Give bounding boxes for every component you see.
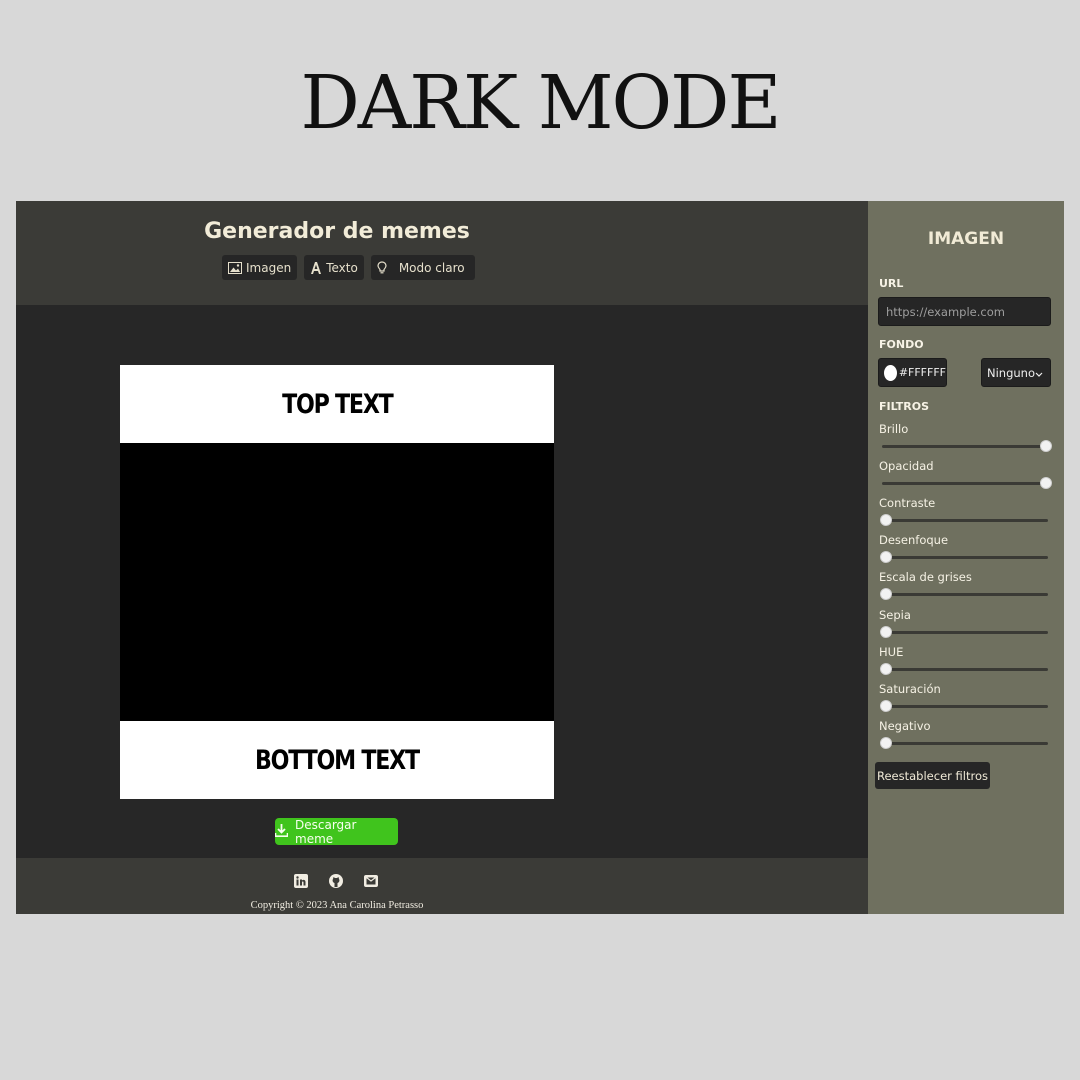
download-meme-button[interactable]: Descargar meme bbox=[274, 817, 398, 846]
banner-title: DARK MODE bbox=[300, 60, 781, 146]
slider-thumb[interactable] bbox=[1040, 477, 1052, 490]
filter-label: Desenfoque bbox=[879, 533, 949, 548]
url-label: URL bbox=[879, 277, 904, 290]
filter-label: Brillo bbox=[879, 422, 909, 436]
nav-bar: Imagen Texto Modo claro bbox=[222, 255, 475, 280]
slider-track bbox=[882, 667, 1048, 671]
copyright-text: Copyright © 2023 Ana Carolina Petrasso bbox=[250, 900, 424, 911]
meme-workspace: TOP TEXT BOTTOM TEXT Descargar meme bbox=[16, 305, 868, 858]
reset-filters-button[interactable]: Reestablecer filtros bbox=[875, 762, 990, 789]
slider-thumb[interactable] bbox=[880, 699, 892, 712]
download-icon bbox=[274, 823, 289, 840]
header: Generador de memes Imagen Texto Modo cla… bbox=[16, 201, 868, 305]
blend-mode-value: Ninguno bbox=[987, 365, 1035, 380]
background-label: FONDO bbox=[879, 338, 924, 351]
filter-slider[interactable] bbox=[880, 477, 1052, 490]
slider-track bbox=[882, 519, 1048, 523]
slider-track bbox=[882, 556, 1048, 560]
slider-track bbox=[882, 593, 1048, 597]
slider-track bbox=[882, 445, 1048, 448]
blend-mode-select[interactable]: Ninguno bbox=[981, 358, 1051, 387]
filter-label: Negativo bbox=[879, 718, 931, 733]
mail-icon[interactable] bbox=[364, 873, 378, 887]
color-swatch bbox=[884, 364, 897, 381]
panel-title: IMAGEN bbox=[927, 229, 1005, 249]
nav-text-label: Texto bbox=[326, 260, 358, 275]
slider-track bbox=[882, 630, 1048, 634]
filter-slider[interactable] bbox=[880, 625, 1048, 638]
nav-image-button[interactable]: Imagen bbox=[222, 255, 298, 280]
github-icon[interactable] bbox=[329, 873, 343, 888]
nav-image-label: Imagen bbox=[246, 260, 292, 275]
nav-light-mode-button[interactable]: Modo claro bbox=[370, 255, 475, 280]
filter-label: Sepia bbox=[879, 607, 911, 622]
filter-label: Saturación bbox=[879, 681, 941, 696]
filter-slider[interactable] bbox=[880, 662, 1048, 675]
slider-thumb[interactable] bbox=[880, 551, 892, 564]
meme-bottom-text-box: BOTTOM TEXT bbox=[120, 721, 554, 799]
filter-slider[interactable] bbox=[880, 588, 1048, 601]
text-icon bbox=[310, 261, 322, 274]
filter-slider[interactable] bbox=[880, 699, 1048, 712]
image-settings-panel: IMAGEN URL FONDO #FFFFFF Ninguno FILTROS… bbox=[868, 201, 1064, 914]
image-icon bbox=[228, 261, 242, 274]
nav-light-mode-label: Modo claro bbox=[398, 260, 465, 275]
meme-bottom-text: BOTTOM TEXT bbox=[255, 744, 420, 776]
filter-label: Escala de grises bbox=[879, 570, 972, 585]
url-input[interactable] bbox=[878, 297, 1051, 326]
app-title: Generador de memes bbox=[204, 219, 470, 244]
filter-label: Opacidad bbox=[879, 459, 934, 474]
meme-canvas: TOP TEXT BOTTOM TEXT bbox=[120, 365, 554, 799]
filter-slider[interactable] bbox=[880, 736, 1048, 749]
slider-thumb[interactable] bbox=[1040, 440, 1052, 452]
slider-thumb[interactable] bbox=[880, 588, 892, 601]
background-color-value: #FFFFFF bbox=[898, 366, 946, 379]
slider-thumb[interactable] bbox=[880, 514, 892, 527]
background-color-picker[interactable]: #FFFFFF bbox=[878, 358, 947, 387]
chevron-down-icon bbox=[1035, 366, 1043, 380]
filter-label: Contraste bbox=[879, 496, 936, 511]
filter-slider[interactable] bbox=[880, 551, 1048, 564]
slider-thumb[interactable] bbox=[880, 662, 892, 675]
linkedin-icon[interactable] bbox=[294, 873, 308, 888]
filter-label: HUE bbox=[879, 644, 904, 659]
slider-thumb[interactable] bbox=[880, 736, 892, 749]
filter-slider[interactable] bbox=[880, 440, 1052, 452]
meme-top-text-box: TOP TEXT bbox=[120, 365, 554, 443]
slider-thumb[interactable] bbox=[880, 625, 892, 638]
slider-track bbox=[882, 704, 1048, 708]
meme-top-text: TOP TEXT bbox=[281, 388, 394, 420]
download-meme-label: Descargar meme bbox=[295, 817, 357, 846]
nav-text-button[interactable]: Texto bbox=[304, 255, 364, 280]
filters-label: FILTROS bbox=[879, 400, 930, 413]
lightbulb-icon bbox=[377, 261, 387, 274]
footer: Copyright © 2023 Ana Carolina Petrasso bbox=[16, 858, 868, 914]
filter-slider[interactable] bbox=[880, 514, 1048, 527]
slider-track bbox=[882, 741, 1048, 745]
social-links bbox=[294, 873, 378, 888]
slider-track bbox=[882, 482, 1048, 486]
meme-generator-app: Generador de memes Imagen Texto Modo cla… bbox=[16, 201, 1064, 914]
